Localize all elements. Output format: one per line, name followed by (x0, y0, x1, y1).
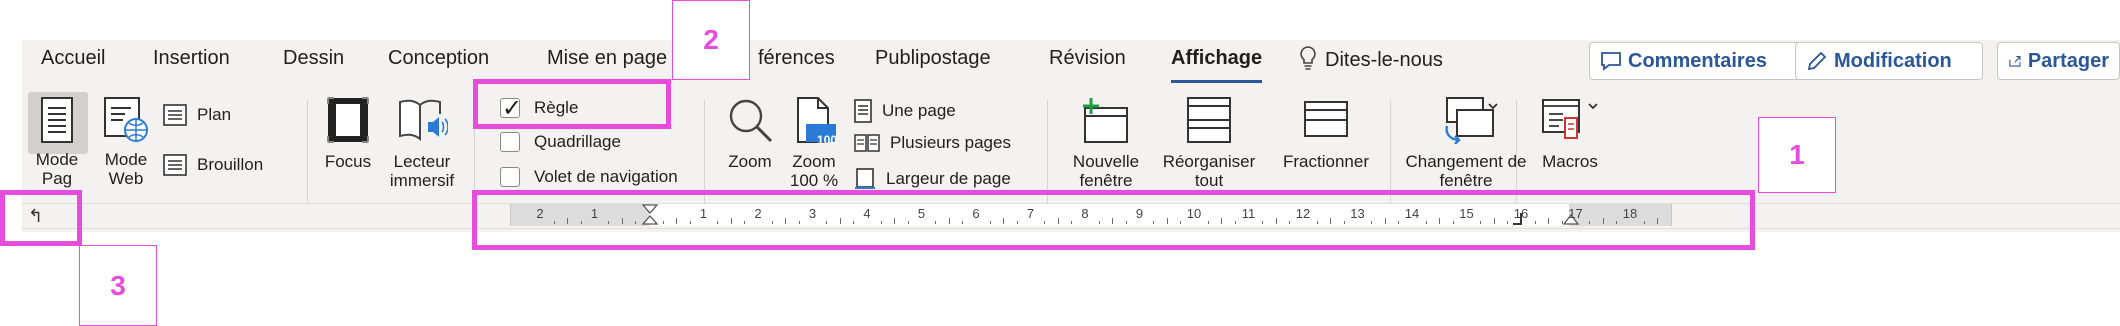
outline-button[interactable]: Plan (163, 104, 231, 126)
lightbulb-icon (1300, 46, 1316, 70)
group-separator (307, 100, 308, 212)
immersive-reader-icon (399, 99, 449, 142)
pencil-icon (1807, 51, 1827, 71)
editing-mode-label: Modification (1834, 49, 1952, 72)
tab-mise-en-page[interactable]: Mise en page (547, 46, 667, 70)
macros-scroll-icon (1542, 99, 1598, 139)
split-window-icon (1304, 101, 1348, 137)
share-label: Partager (2027, 49, 2109, 72)
zoom-label: Zoom (728, 152, 772, 171)
zoom-100-button[interactable]: 100 Zoom 100 % (786, 96, 842, 190)
draft-list-icon (163, 154, 187, 176)
zoom-button[interactable]: Zoom (722, 96, 778, 171)
tab-conception[interactable]: Conception (388, 46, 489, 70)
gridlines-checkbox-label: Quadrillage (534, 132, 621, 151)
split-button[interactable]: Fractionner (1272, 96, 1380, 171)
web-layout-button[interactable]: Mode Web (98, 96, 154, 188)
gridlines-check-icon[interactable] (500, 132, 520, 152)
focus-button[interactable]: Focus (320, 96, 376, 171)
tab-insertion[interactable]: Insertion (153, 46, 230, 70)
new-window-icon (1083, 98, 1128, 143)
magnifier-icon (729, 99, 773, 143)
arrange-all-button[interactable]: Réorganiser tout (1156, 96, 1262, 190)
draft-button[interactable]: Brouillon (163, 154, 263, 176)
callout-number-2: 2 (672, 0, 750, 80)
switch-windows-button[interactable]: Changement de fenêtre (1402, 96, 1530, 190)
one-page-icon (854, 99, 872, 123)
page-document-icon (41, 97, 73, 143)
tab-revision[interactable]: Révision (1049, 46, 1126, 70)
immersive-reader-button[interactable]: Lecteur immersif (382, 96, 462, 190)
print-layout-button[interactable]: Mode Pag (26, 96, 88, 188)
tab-publipostage[interactable]: Publipostage (875, 46, 991, 70)
tell-me-box[interactable]: Dites-le-nous (1299, 46, 1443, 72)
outline-list-icon (163, 104, 187, 126)
share-button[interactable]: Partager (1997, 42, 2120, 80)
split-label: Fractionner (1283, 152, 1369, 171)
comment-icon (1601, 52, 1621, 71)
ruler-highlight (472, 190, 1755, 250)
navigation-pane-checkbox[interactable]: Volet de navigation (500, 167, 678, 187)
tab-dessin[interactable]: Dessin (283, 46, 344, 70)
page-width-label: Largeur de page (886, 169, 1011, 188)
print-layout-label: Mode Pag (35, 150, 79, 188)
focus-icon (327, 97, 369, 143)
page-width-icon (855, 168, 875, 189)
macros-label: Macros (1542, 152, 1598, 171)
share-icon (2009, 56, 2021, 67)
switch-windows-label: Changement de fenêtre (1405, 152, 1527, 190)
active-tab-indicator (1171, 80, 1263, 83)
switch-windows-icon (1445, 97, 1498, 145)
immersive-reader-label: Lecteur immersif (389, 152, 455, 190)
tab-affichage-label: Affichage (1171, 47, 1263, 69)
ribbon-tab-bar: Accueil Insertion Dessin Conception Mise… (22, 40, 2120, 84)
web-globe-document-icon (104, 97, 148, 142)
arrange-all-label: Réorganiser tout (1162, 152, 1256, 190)
tab-accueil[interactable]: Accueil (41, 46, 105, 70)
ruler-checkbox-highlight (473, 79, 671, 129)
navigation-pane-check-icon[interactable] (500, 167, 520, 187)
tab-affichage[interactable]: Affichage (1171, 46, 1263, 83)
navigation-pane-checkbox-label: Volet de navigation (534, 167, 678, 186)
one-page-button[interactable]: Une page (854, 99, 956, 123)
one-page-label: Une page (882, 101, 956, 120)
editing-mode-button[interactable]: Modification (1795, 42, 1983, 80)
new-window-button[interactable]: Nouvelle fenêtre (1064, 96, 1148, 190)
callout-number-3: 3 (79, 245, 157, 326)
draft-label: Brouillon (197, 155, 264, 174)
zoom-100-badge: 100 (817, 133, 838, 147)
comments-button[interactable]: Commentaires (1589, 42, 1803, 80)
tab-references[interactable]: férences (758, 46, 835, 70)
outline-label: Plan (197, 105, 232, 124)
focus-label: Focus (324, 152, 372, 171)
callout-number-1: 1 (1758, 117, 1836, 193)
new-window-label: Nouvelle fenêtre (1072, 152, 1140, 190)
comments-label: Commentaires (1628, 49, 1767, 72)
multiple-pages-icon (854, 134, 880, 152)
page-width-button[interactable]: Largeur de page (854, 168, 1011, 190)
web-layout-label: Mode Web (104, 150, 148, 188)
tell-me-label: Dites-le-nous (1325, 49, 1443, 71)
multiple-pages-button[interactable]: Plusieurs pages (854, 133, 1011, 153)
multiple-pages-label: Plusieurs pages (890, 133, 1011, 152)
arrange-all-icon (1187, 97, 1231, 143)
gridlines-checkbox[interactable]: Quadrillage (500, 132, 621, 152)
macros-button[interactable]: Macros (1530, 96, 1610, 171)
zoom-100-label: Zoom 100 % (789, 152, 839, 190)
tab-selector-highlight (0, 190, 82, 246)
